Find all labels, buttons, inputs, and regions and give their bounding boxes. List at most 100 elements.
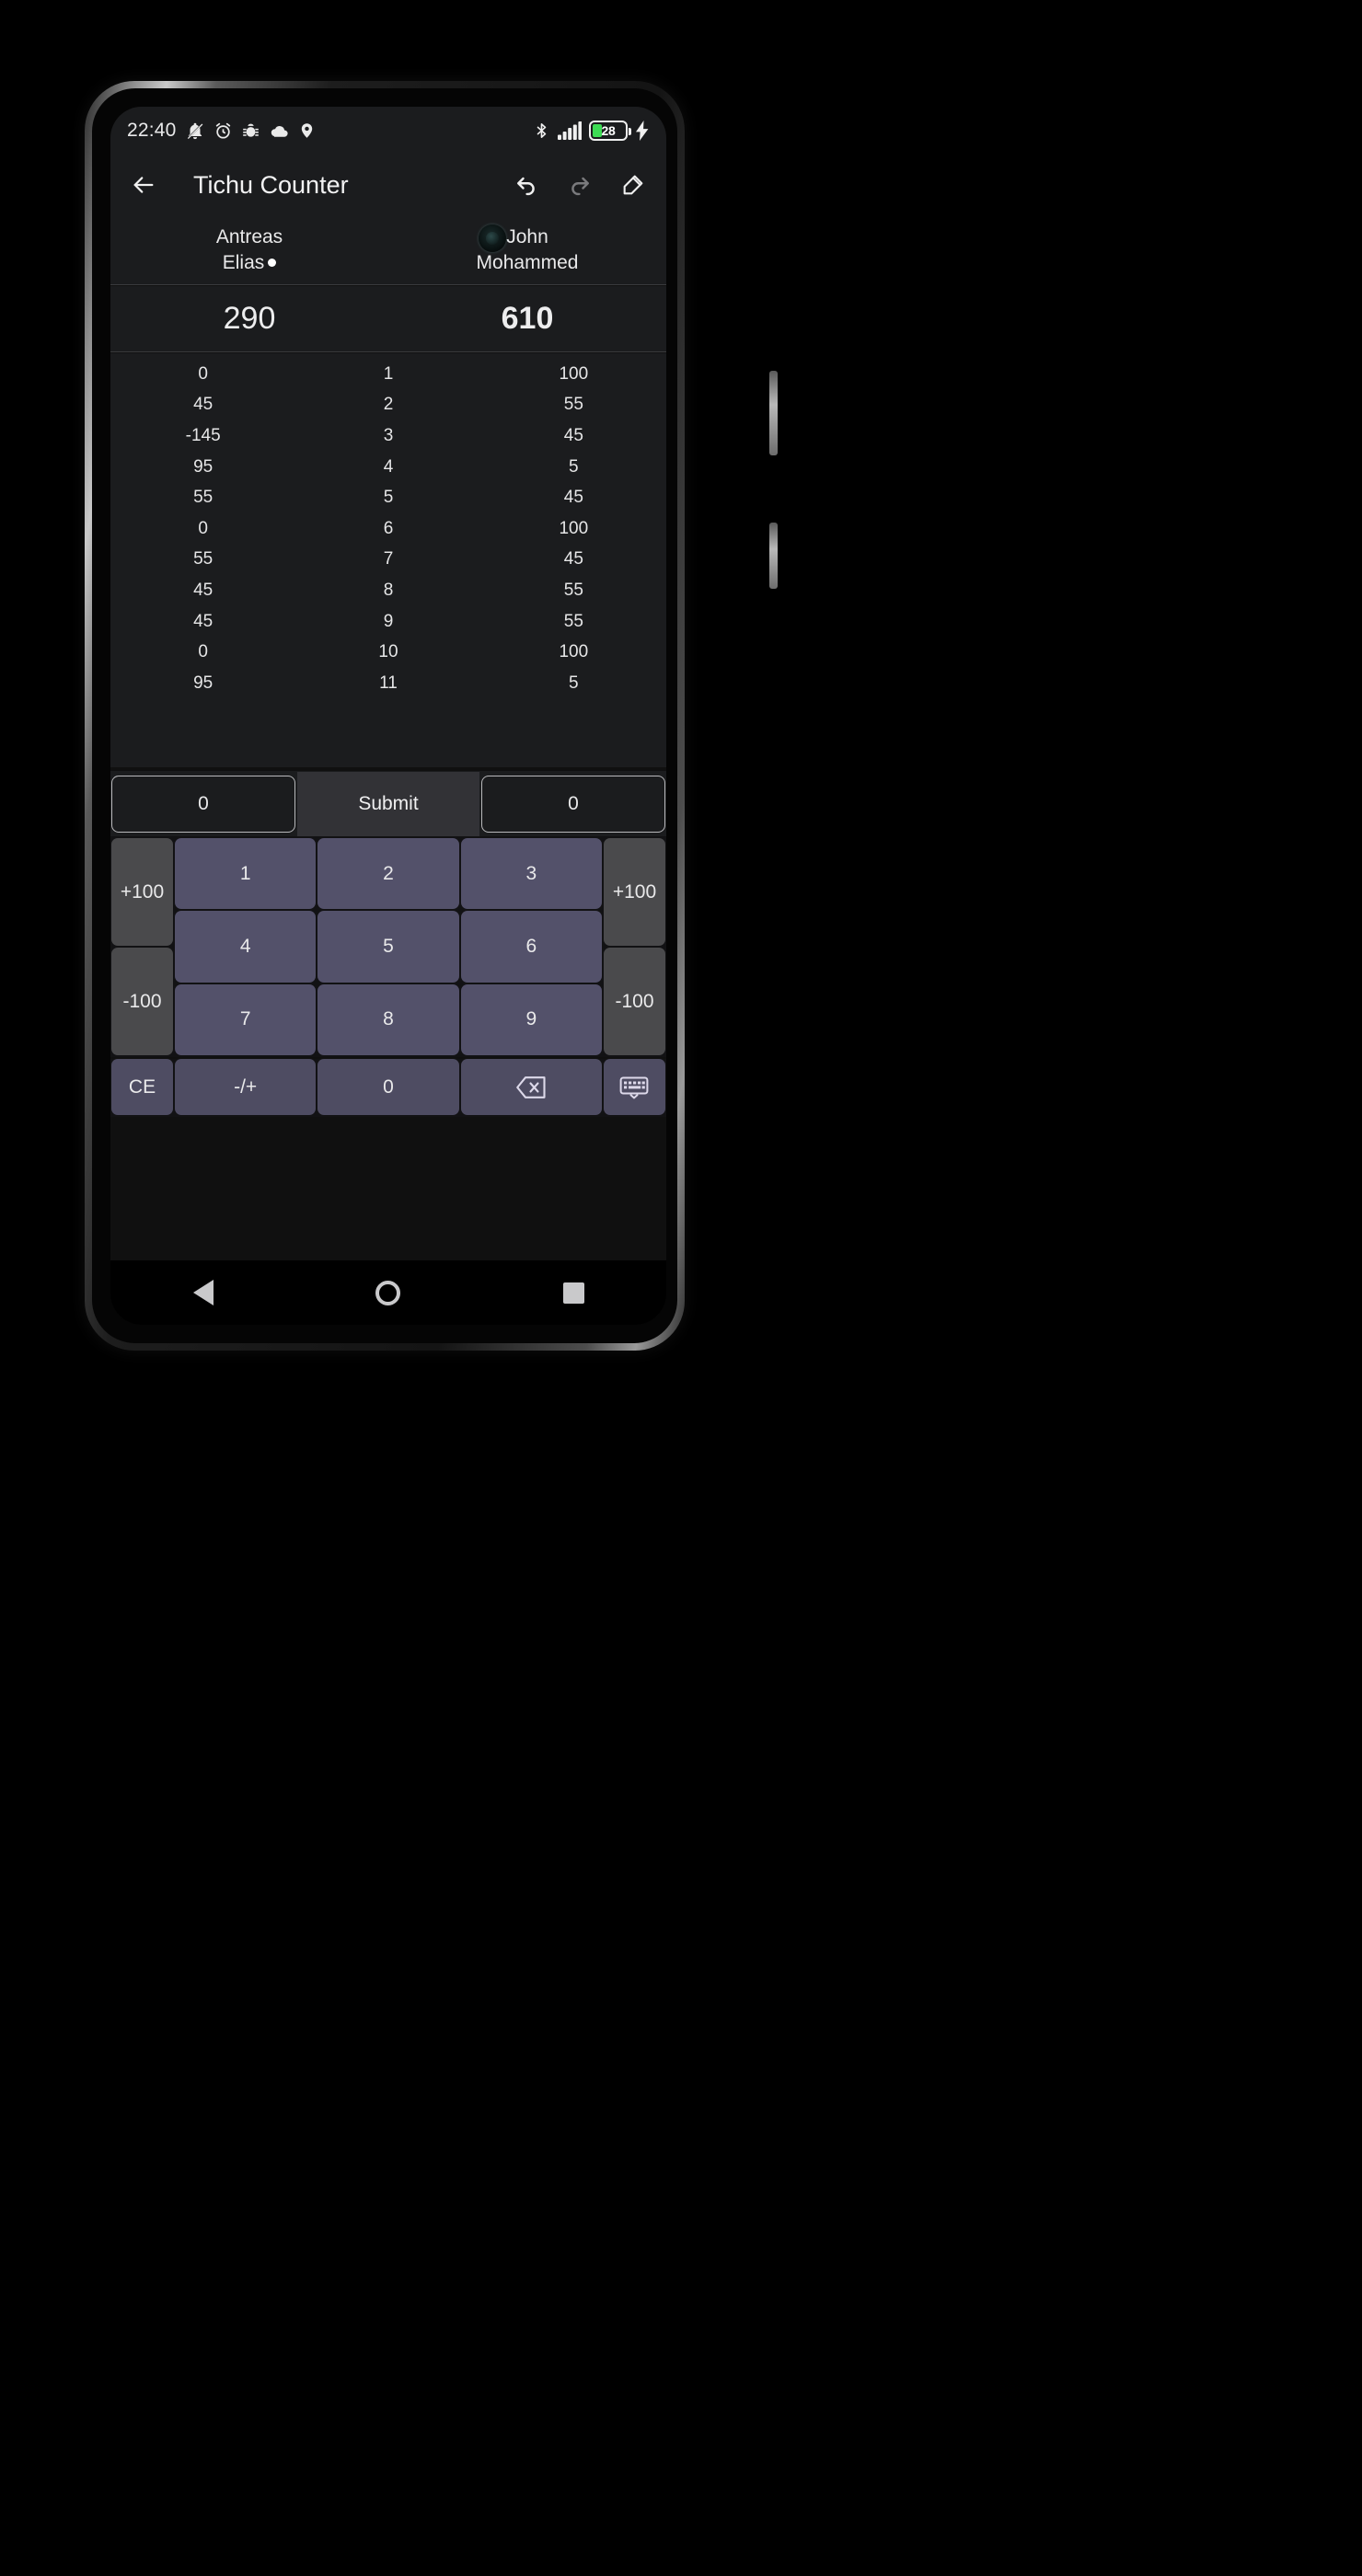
keypad: +100 -100 1 2 3 4 5 6 7 8 9 +100 -100 xyxy=(110,836,666,1057)
round-score-right: 45 xyxy=(563,488,583,508)
key-plus-100-left[interactable]: +100 xyxy=(111,838,173,946)
page-title: Tichu Counter xyxy=(193,170,349,199)
round-number: 8 xyxy=(383,580,394,600)
backspace-icon[interactable] xyxy=(460,1059,602,1115)
debug-bug-icon xyxy=(242,123,259,137)
score-table[interactable]: 0 1 100 45 2 55 -145 3 45 95 4 5 55 5 45 0 6 100 55 7 45 45 8 5… xyxy=(110,353,666,767)
round-number: 5 xyxy=(383,488,394,508)
key-8[interactable]: 8 xyxy=(317,983,459,1055)
app-bar: Tichu Counter xyxy=(110,155,666,215)
table-row[interactable]: 0 1 100 xyxy=(110,359,666,390)
table-row[interactable]: 45 9 55 xyxy=(110,606,666,638)
totals-row: 290 610 xyxy=(110,286,666,352)
round-score-left: 0 xyxy=(198,642,208,662)
key-sign-toggle[interactable]: -/+ xyxy=(175,1059,317,1115)
front-camera-icon xyxy=(479,224,506,252)
round-number: 6 xyxy=(383,518,394,538)
key-6[interactable]: 6 xyxy=(460,911,602,983)
active-player-dot-icon xyxy=(268,258,277,267)
location-pin-icon xyxy=(301,123,312,138)
round-score-right: 5 xyxy=(569,673,579,693)
back-arrow-icon[interactable] xyxy=(131,172,156,198)
silent-mode-icon xyxy=(186,122,202,140)
round-score-left: 95 xyxy=(193,673,214,693)
table-row[interactable]: 55 5 45 xyxy=(110,482,666,513)
redo-icon[interactable] xyxy=(567,172,593,198)
key-clear-entry[interactable]: CE xyxy=(111,1059,173,1115)
keypad-bottom-row: CE -/+ 0 xyxy=(110,1059,666,1117)
keypad-digits: 1 2 3 4 5 6 7 8 9 xyxy=(175,838,602,1055)
round-score-right: 55 xyxy=(563,611,583,631)
signal-bars-icon xyxy=(558,121,582,140)
status-clock: 22:40 xyxy=(127,120,177,141)
key-minus-100-left[interactable]: -100 xyxy=(111,948,173,1055)
score-input-left[interactable]: 0 xyxy=(111,776,295,833)
round-number: 7 xyxy=(383,549,394,569)
undo-icon[interactable] xyxy=(514,172,539,198)
team-left-player2: Elias xyxy=(222,251,265,273)
key-plus-100-right[interactable]: +100 xyxy=(604,838,665,946)
volume-rocker-button[interactable] xyxy=(769,371,778,455)
key-2[interactable]: 2 xyxy=(317,838,459,910)
round-score-right: 100 xyxy=(559,363,589,384)
table-row[interactable]: 0 6 100 xyxy=(110,513,666,545)
key-5[interactable]: 5 xyxy=(317,911,459,983)
round-score-right: 45 xyxy=(563,425,583,445)
key-1[interactable]: 1 xyxy=(175,838,317,910)
teams-header: Antreas Elias John Mohammed xyxy=(110,215,666,285)
round-number: 10 xyxy=(378,642,398,662)
team-column-right[interactable]: John Mohammed xyxy=(388,215,666,284)
round-score-left: 45 xyxy=(193,395,214,415)
key-4[interactable]: 4 xyxy=(175,911,317,983)
battery-icon: 28 xyxy=(589,121,631,141)
round-number: 11 xyxy=(379,673,398,693)
camera-lens-icon xyxy=(486,232,499,245)
round-score-left: 55 xyxy=(193,549,214,569)
status-bar-right-group: 28 xyxy=(533,120,650,142)
team-right-player2: Mohammed xyxy=(476,251,579,273)
key-minus-100-right[interactable]: -100 xyxy=(604,948,665,1055)
table-row[interactable]: 45 8 55 xyxy=(110,575,666,606)
team-left-player2-line: Elias xyxy=(223,251,277,274)
round-score-right: 100 xyxy=(559,518,589,538)
keyboard-icon[interactable] xyxy=(603,1059,665,1115)
table-row[interactable]: -145 3 45 xyxy=(110,420,666,452)
keypad-digit-row-1: 1 2 3 xyxy=(175,838,602,910)
charging-bolt-icon xyxy=(636,121,649,141)
key-0[interactable]: 0 xyxy=(317,1059,459,1115)
team-left-player1-line: Antreas xyxy=(216,225,283,248)
team-right-player1-line: John xyxy=(506,225,548,248)
input-row: 0 Submit 0 xyxy=(110,771,666,837)
round-number: 4 xyxy=(383,456,394,477)
table-row[interactable]: 95 4 5 xyxy=(110,452,666,483)
score-input-right[interactable]: 0 xyxy=(481,776,665,833)
round-number: 9 xyxy=(383,611,394,631)
nav-home-circle-icon[interactable] xyxy=(352,1260,425,1325)
table-row[interactable]: 95 11 5 xyxy=(110,668,666,699)
power-button[interactable] xyxy=(769,523,778,589)
table-row[interactable]: 45 2 55 xyxy=(110,390,666,421)
key-9[interactable]: 9 xyxy=(460,983,602,1055)
round-number: 1 xyxy=(383,363,394,384)
round-score-right: 100 xyxy=(559,642,589,662)
team-left-player1: Antreas xyxy=(215,226,283,248)
round-score-left: 45 xyxy=(193,580,214,600)
table-row[interactable]: 55 7 45 xyxy=(110,545,666,576)
edit-pencil-icon[interactable] xyxy=(620,172,646,198)
status-bar-left-group: 22:40 xyxy=(127,120,316,142)
phone-bezel: 22:40 28 Tichu Counter Antreas Elias Joh… xyxy=(92,88,677,1343)
alarm-icon xyxy=(215,122,230,139)
round-score-right: 55 xyxy=(563,580,583,600)
round-score-left: -145 xyxy=(185,425,221,445)
table-row[interactable]: 0 10 100 xyxy=(110,637,666,668)
submit-button[interactable]: Submit xyxy=(297,772,479,836)
key-3[interactable]: 3 xyxy=(460,838,602,910)
nav-back-triangle-icon[interactable] xyxy=(167,1260,240,1325)
total-score-right: 610 xyxy=(501,301,554,336)
status-bar: 22:40 28 xyxy=(110,107,666,155)
team-column-left[interactable]: Antreas Elias xyxy=(110,215,388,284)
app-bar-actions xyxy=(514,172,646,198)
round-number: 2 xyxy=(383,395,394,415)
nav-recents-square-icon[interactable] xyxy=(537,1260,610,1325)
key-7[interactable]: 7 xyxy=(175,983,317,1055)
